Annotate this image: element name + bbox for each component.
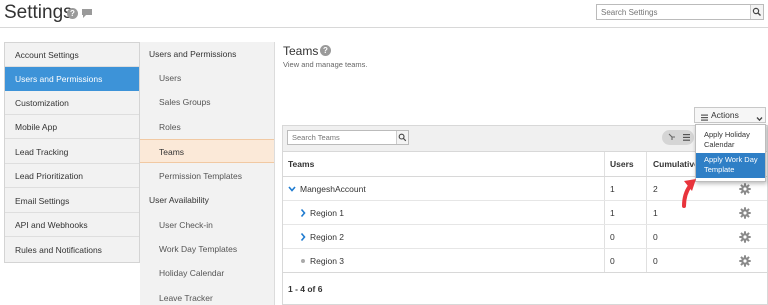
chevron-down-icon[interactable] xyxy=(288,177,296,201)
section-subtitle: View and manage teams. xyxy=(283,60,368,69)
users-count: 0 xyxy=(610,232,615,242)
gear-icon[interactable] xyxy=(739,231,751,243)
cumulative-count: 0 xyxy=(653,256,658,266)
actions-label: Actions xyxy=(711,110,739,120)
team-name[interactable]: Region 3 xyxy=(310,249,344,273)
settings-search-input[interactable] xyxy=(597,5,749,19)
team-name[interactable]: MangeshAccount xyxy=(300,177,366,201)
nav-item-api-and-webhooks[interactable]: API and Webhooks xyxy=(5,213,139,237)
subnav-item-teams[interactable]: Teams xyxy=(140,139,274,163)
teams-search-box[interactable] xyxy=(287,130,409,145)
search-icon[interactable] xyxy=(750,5,763,19)
team-name[interactable]: Region 1 xyxy=(310,201,344,225)
subnav-item-sales-groups[interactable]: Sales Groups xyxy=(140,90,274,114)
team-name[interactable]: Region 2 xyxy=(310,225,344,249)
subnav-group-user-availability: User Availability xyxy=(149,195,209,205)
subnav-item-roles[interactable]: Roles xyxy=(140,115,274,139)
nav-item-rules-and-notifications[interactable]: Rules and Notifications xyxy=(5,238,139,262)
nav-item-customization[interactable]: Customization xyxy=(5,91,139,115)
actions-button[interactable]: Actions xyxy=(694,107,766,123)
header-divider xyxy=(0,27,768,28)
annotation-arrow-icon xyxy=(678,170,698,212)
users-count: 1 xyxy=(610,184,615,194)
nav-item-lead-tracking[interactable]: Lead Tracking xyxy=(5,140,139,164)
pagination-summary: 1 - 4 of 6 xyxy=(288,284,323,294)
actions-menu: Apply Holiday Calendar Apply Work Day Te… xyxy=(695,124,766,182)
cumulative-count: 2 xyxy=(653,184,658,194)
chat-icon[interactable] xyxy=(81,8,93,21)
page-title: Settings xyxy=(4,2,73,23)
left-nav: Account Settings Users and Permissions C… xyxy=(4,42,140,263)
subnav-item-leave-tracker[interactable]: Leave Tracker xyxy=(140,286,274,305)
teams-search-input[interactable] xyxy=(288,131,396,144)
tree-view-icon[interactable] xyxy=(668,133,676,143)
settings-search-box[interactable] xyxy=(596,4,764,20)
help-icon[interactable]: ? xyxy=(67,8,78,19)
search-icon[interactable] xyxy=(396,131,408,144)
gear-icon[interactable] xyxy=(739,183,751,195)
subnav-item-user-check-in[interactable]: User Check-in xyxy=(140,213,274,237)
section-title: Teams xyxy=(283,44,319,58)
sub-nav: Users and Permissions Users Sales Groups… xyxy=(140,42,275,305)
subnav-item-holiday-calendar[interactable]: Holiday Calendar xyxy=(140,261,274,285)
menu-item-apply-work-day-template[interactable]: Apply Work Day Template xyxy=(696,153,765,178)
column-header-users[interactable]: Users xyxy=(610,152,634,176)
leaf-node-icon xyxy=(301,259,305,263)
column-header-teams[interactable]: Teams xyxy=(288,152,314,176)
table-footer-divider xyxy=(283,272,767,273)
gear-icon[interactable] xyxy=(739,255,751,267)
menu-item-apply-holiday-calendar[interactable]: Apply Holiday Calendar xyxy=(696,128,765,152)
chevron-right-icon[interactable] xyxy=(299,225,307,249)
view-toggle[interactable] xyxy=(662,130,694,145)
help-icon[interactable]: ? xyxy=(320,45,331,56)
gear-icon[interactable] xyxy=(739,207,751,219)
menu-icon xyxy=(701,111,708,125)
subnav-item-users[interactable]: Users xyxy=(140,66,274,90)
list-view-icon[interactable] xyxy=(683,134,690,143)
nav-item-mobile-app[interactable]: Mobile App xyxy=(5,115,139,139)
table-row[interactable]: Region 2 0 0 xyxy=(283,225,767,249)
cumulative-count: 1 xyxy=(653,208,658,218)
subnav-item-work-day-templates[interactable]: Work Day Templates xyxy=(140,237,274,261)
cumulative-count: 0 xyxy=(653,232,658,242)
chevron-right-icon[interactable] xyxy=(299,201,307,225)
subnav-group-users-and-permissions: Users and Permissions xyxy=(149,49,237,59)
users-count: 0 xyxy=(610,256,615,266)
subnav-item-permission-templates[interactable]: Permission Templates xyxy=(140,164,274,188)
users-count: 1 xyxy=(610,208,615,218)
table-row[interactable]: Region 3 0 0 xyxy=(283,249,767,273)
nav-item-users-and-permissions[interactable]: Users and Permissions xyxy=(5,67,139,91)
nav-item-account-settings[interactable]: Account Settings xyxy=(5,43,139,67)
nav-item-email-settings[interactable]: Email Settings xyxy=(5,189,139,213)
nav-item-lead-prioritization[interactable]: Lead Prioritization xyxy=(5,164,139,188)
